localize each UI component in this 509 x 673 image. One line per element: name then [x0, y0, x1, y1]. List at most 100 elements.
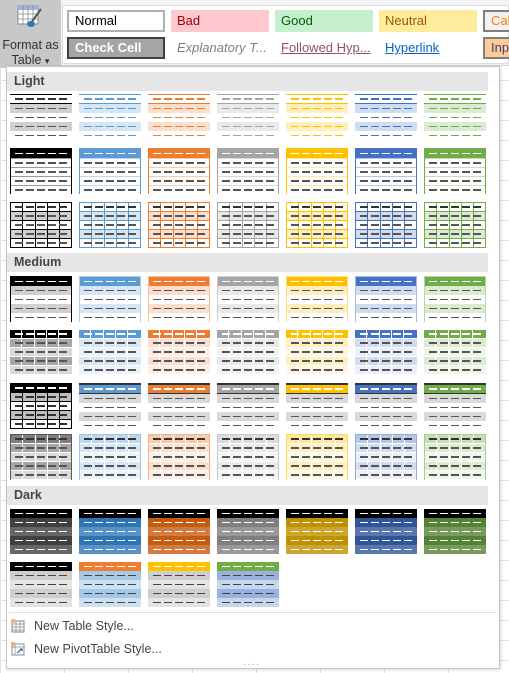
- table-style-medium-10[interactable]: [148, 330, 210, 376]
- thumb-dash: [450, 388, 459, 390]
- table-style-light-18[interactable]: [217, 202, 279, 248]
- table-style-light-13[interactable]: [355, 148, 417, 194]
- cell-style-hyperlink[interactable]: Hyperlink: [379, 37, 477, 59]
- table-style-medium-6[interactable]: [355, 276, 417, 322]
- table-style-light-5[interactable]: [286, 94, 348, 140]
- table-style-medium-16[interactable]: [79, 383, 141, 430]
- table-style-medium-11[interactable]: [217, 330, 279, 376]
- thumb-dash: [95, 224, 104, 226]
- table-style-medium-1[interactable]: [10, 276, 72, 322]
- table-style-light-6[interactable]: [355, 94, 417, 140]
- table-style-medium-4[interactable]: [217, 276, 279, 322]
- cell-style-bad[interactable]: Bad: [171, 10, 269, 32]
- table-style-medium-8[interactable]: [10, 330, 72, 376]
- table-style-medium-26[interactable]: [286, 434, 348, 480]
- table-style-light-14[interactable]: [424, 148, 486, 194]
- table-style-medium-18[interactable]: [217, 383, 279, 430]
- cell-style-followed-hyp[interactable]: Followed Hyp...: [275, 37, 373, 59]
- table-style-light-12[interactable]: [286, 148, 348, 194]
- new-pivottable-style-menu-item[interactable]: New PivotTable Style...: [7, 638, 499, 660]
- thumb-dash: [381, 539, 390, 542]
- thumb-dash: [164, 152, 173, 155]
- thumb-band-row: [11, 313, 71, 322]
- thumb-dash: [84, 456, 93, 458]
- thumb-dash: [254, 438, 263, 440]
- table-style-medium-22[interactable]: [10, 434, 72, 480]
- table-style-light-21[interactable]: [424, 202, 486, 248]
- thumb-dash: [25, 342, 34, 344]
- cell-style-check-cell[interactable]: Check Cell: [67, 37, 165, 59]
- table-style-dark-9[interactable]: [79, 562, 141, 608]
- table-style-dark-5[interactable]: [286, 509, 348, 555]
- table-style-light-3[interactable]: [148, 94, 210, 140]
- table-style-medium-3[interactable]: [148, 276, 210, 322]
- table-style-light-20[interactable]: [355, 202, 417, 248]
- table-style-medium-2[interactable]: [79, 276, 141, 322]
- cell-style-good[interactable]: Good: [275, 10, 373, 32]
- thumb-dash: [312, 125, 321, 128]
- table-style-light-8[interactable]: [10, 148, 72, 194]
- table-style-light-16[interactable]: [79, 202, 141, 248]
- table-style-light-9[interactable]: [79, 148, 141, 194]
- table-style-light-17[interactable]: [148, 202, 210, 248]
- table-style-light-2[interactable]: [79, 94, 141, 140]
- table-style-dark-10[interactable]: [148, 562, 210, 608]
- thumb-dash: [301, 539, 310, 542]
- table-style-light-1[interactable]: [10, 94, 72, 140]
- cell-style-calc[interactable]: Calc: [483, 10, 509, 32]
- table-style-dark-11[interactable]: [217, 562, 279, 608]
- table-style-dark-1[interactable]: [10, 509, 72, 555]
- table-style-medium-25[interactable]: [217, 434, 279, 480]
- thumb-dash: [164, 180, 173, 182]
- thumb-dash: [117, 369, 126, 371]
- table-style-medium-19[interactable]: [286, 383, 348, 430]
- table-style-medium-17[interactable]: [148, 383, 210, 430]
- table-style-medium-28[interactable]: [424, 434, 486, 480]
- table-style-medium-14[interactable]: [424, 330, 486, 376]
- table-style-light-15[interactable]: [10, 202, 72, 248]
- table-style-medium-24[interactable]: [148, 434, 210, 480]
- table-style-medium-7[interactable]: [424, 276, 486, 322]
- table-style-dark-8[interactable]: [10, 562, 72, 608]
- table-style-light-10[interactable]: [148, 148, 210, 194]
- thumb-band-row: [424, 339, 486, 348]
- thumb-dash: [370, 134, 379, 137]
- thumb-dash: [83, 333, 92, 335]
- table-style-light-4[interactable]: [217, 94, 279, 140]
- format-as-table-button[interactable]: Format as Table ▾: [0, 0, 61, 68]
- table-style-light-19[interactable]: [286, 202, 348, 248]
- table-style-medium-20[interactable]: [355, 383, 417, 430]
- table-style-medium-13[interactable]: [355, 330, 417, 376]
- table-style-medium-5[interactable]: [286, 276, 348, 322]
- thumb-band-row: [355, 527, 417, 536]
- thumb-band-row: [80, 185, 140, 194]
- table-style-dark-2[interactable]: [79, 509, 141, 555]
- table-style-medium-9[interactable]: [79, 330, 141, 376]
- table-style-dark-7[interactable]: [424, 509, 486, 555]
- cell-style-explanatory-t[interactable]: Explanatory T...: [171, 37, 269, 59]
- cell-style-normal[interactable]: Normal: [67, 10, 165, 32]
- thumb-dash: [370, 333, 379, 335]
- table-style-light-7[interactable]: [424, 94, 486, 140]
- table-style-dark-4[interactable]: [217, 509, 279, 555]
- thumb-dash: [360, 233, 369, 235]
- thumb-dash: [290, 134, 299, 137]
- table-style-medium-23[interactable]: [79, 434, 141, 480]
- table-style-light-11[interactable]: [217, 148, 279, 194]
- table-style-medium-21[interactable]: [424, 383, 486, 430]
- table-style-medium-27[interactable]: [355, 434, 417, 480]
- thumb-band-row: [149, 167, 209, 176]
- new-table-style-menu-item[interactable]: New Table Style...: [7, 615, 499, 637]
- thumb-band-row: [80, 295, 140, 304]
- table-style-dark-3[interactable]: [148, 509, 210, 555]
- thumb-dash: [290, 548, 299, 551]
- thumb-dash: [381, 548, 390, 551]
- table-style-medium-15[interactable]: [10, 383, 72, 429]
- cell-style-neutral[interactable]: Neutral: [379, 10, 477, 32]
- table-style-medium-12[interactable]: [286, 330, 348, 376]
- thumb-band-row: [356, 176, 416, 185]
- cell-style-inpu[interactable]: Inpu: [483, 37, 509, 59]
- thumb-dash: [128, 116, 137, 119]
- table-style-dark-6[interactable]: [355, 509, 417, 555]
- resize-grip[interactable]: ····: [243, 659, 260, 670]
